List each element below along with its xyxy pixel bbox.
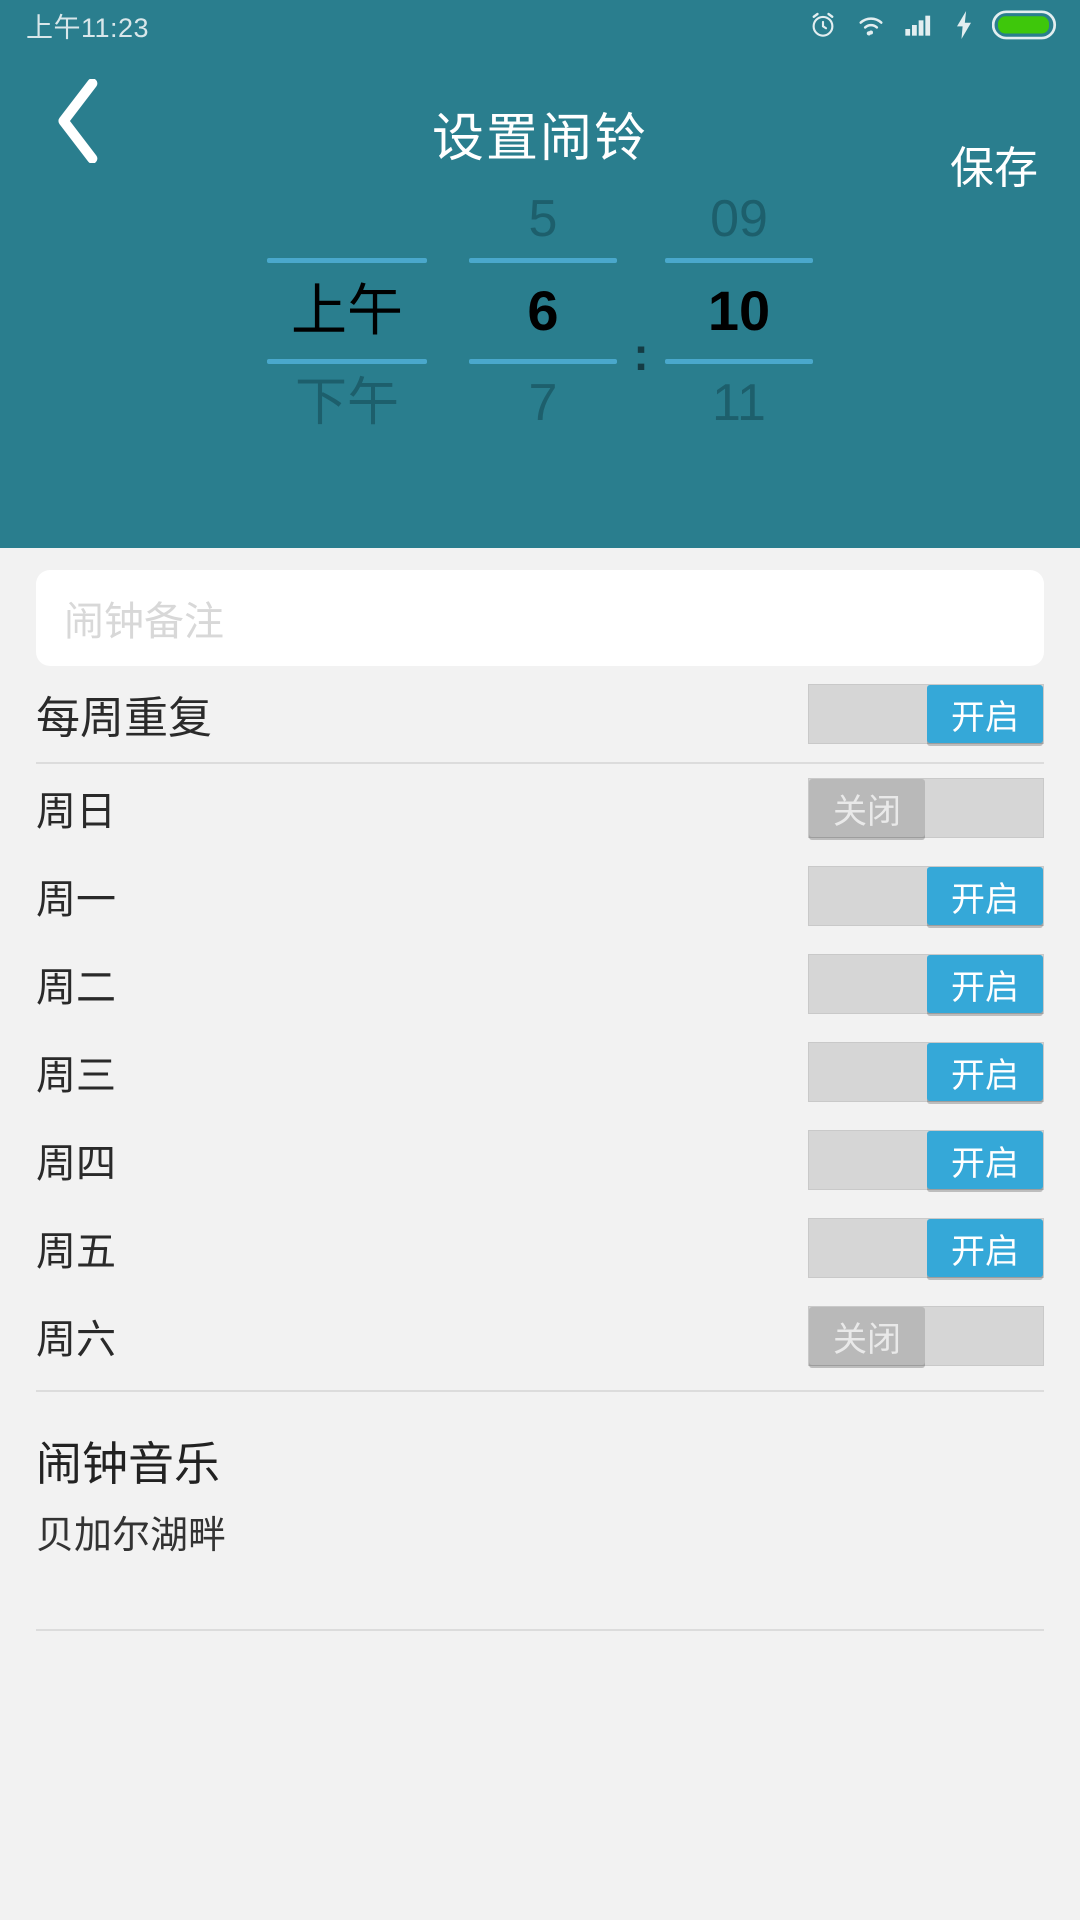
day-label-3: 周三 — [36, 1054, 116, 1098]
alarm-music-title: 闹钟音乐 — [36, 1438, 220, 1490]
row-day-1[interactable]: 周一 开启 — [36, 852, 1044, 940]
settings-content: 闹钟备注 每周重复 开启 周日 关闭 周一 开启 周二 开启 周三 开启 周四 … — [0, 570, 1080, 1631]
time-separator: : — [633, 328, 649, 380]
row-weekly-repeat[interactable]: 每周重复 开启 — [36, 666, 1044, 762]
spacer-bottom — [0, 1559, 1080, 1629]
day-toggle-6[interactable]: 关闭 — [808, 1306, 1044, 1366]
battery-icon — [992, 10, 1057, 40]
ampm-next[interactable]: 下午 — [267, 364, 427, 442]
hour-prev[interactable]: 5 — [469, 180, 617, 258]
ampm-prev[interactable] — [267, 180, 427, 258]
row-day-0[interactable]: 周日 关闭 — [36, 764, 1044, 852]
row-day-4[interactable]: 周四 开启 — [36, 1116, 1044, 1204]
hour-current[interactable]: 6 — [469, 263, 617, 359]
day-label-0: 周日 — [36, 790, 116, 834]
hour-next[interactable]: 7 — [469, 364, 617, 442]
app-header: 设置闹铃 保存 — [0, 50, 1080, 193]
day-toggle-4[interactable]: 开启 — [808, 1130, 1044, 1190]
minute-current[interactable]: 10 — [665, 263, 813, 359]
time-picker: 上午 下午 5 6 7 : 09 10 11 — [0, 176, 1080, 548]
day-toggle-5[interactable]: 开启 — [808, 1218, 1044, 1278]
hour-column[interactable]: 5 6 7 — [469, 180, 617, 442]
day-label-4: 周四 — [36, 1142, 116, 1186]
day-label-5: 周五 — [36, 1230, 116, 1274]
day-toggle-thumb-4: 开启 — [927, 1131, 1043, 1189]
charging-icon — [957, 11, 971, 39]
page-title: 设置闹铃 — [431, 110, 648, 168]
minute-column[interactable]: 09 10 11 — [665, 180, 813, 442]
row-day-6[interactable]: 周六 关闭 — [36, 1292, 1044, 1380]
day-label-2: 周二 — [36, 966, 116, 1010]
minute-prev[interactable]: 09 — [665, 180, 813, 258]
alarm-music-value: 贝加尔湖畔 — [36, 1515, 227, 1557]
save-button[interactable]: 保存 — [950, 132, 1038, 196]
day-toggle-thumb-5: 开启 — [927, 1219, 1043, 1277]
status-icons — [808, 10, 1058, 40]
weekly-repeat-label: 每周重复 — [36, 694, 212, 743]
day-toggle-thumb-3: 开启 — [927, 1043, 1043, 1101]
status-time: 上午11:23 — [26, 12, 150, 43]
day-toggle-thumb-2: 开启 — [927, 955, 1043, 1013]
divider-bottom — [36, 1629, 1044, 1631]
day-toggle-0[interactable]: 关闭 — [808, 778, 1044, 838]
ampm-current[interactable]: 上午 — [267, 263, 427, 359]
alarm-settings-screen: 上午11:23 设置闹铃 保存 上午 下午 5 6 7: 09 10 11 闹… — [0, 0, 1080, 1920]
minute-next[interactable]: 11 — [665, 364, 813, 442]
day-toggle-thumb-6: 关闭 — [809, 1307, 925, 1365]
ampm-column[interactable]: 上午 下午 — [267, 180, 427, 442]
day-toggle-3[interactable]: 开启 — [808, 1042, 1044, 1102]
time-picker-columns: 上午 下午 5 6 7 : 09 10 11 — [267, 180, 813, 442]
day-label-6: 周六 — [36, 1318, 116, 1362]
weekly-repeat-toggle-thumb: 开启 — [927, 685, 1043, 743]
row-day-5[interactable]: 周五 开启 — [36, 1204, 1044, 1292]
day-toggle-thumb-0: 关闭 — [809, 779, 925, 837]
alarm-icon — [812, 12, 834, 37]
row-day-2[interactable]: 周二 开启 — [36, 940, 1044, 1028]
weekly-repeat-toggle[interactable]: 开启 — [808, 684, 1044, 744]
day-toggle-thumb-1: 开启 — [927, 867, 1043, 925]
alarm-note-placeholder: 闹钟备注 — [64, 600, 224, 644]
status-bar: 上午11:23 — [0, 0, 1080, 50]
day-toggle-1[interactable]: 开启 — [808, 866, 1044, 926]
row-day-3[interactable]: 周三 开启 — [36, 1028, 1044, 1116]
alarm-music-section[interactable]: 闹钟音乐 贝加尔湖畔 — [36, 1428, 1044, 1559]
day-toggle-2[interactable]: 开启 — [808, 954, 1044, 1014]
day-label-1: 周一 — [36, 878, 116, 922]
alarm-note-input[interactable]: 闹钟备注 — [36, 570, 1044, 666]
divider-below-days — [36, 1390, 1044, 1392]
signal-icon — [905, 15, 931, 36]
wifi-icon — [859, 17, 883, 36]
